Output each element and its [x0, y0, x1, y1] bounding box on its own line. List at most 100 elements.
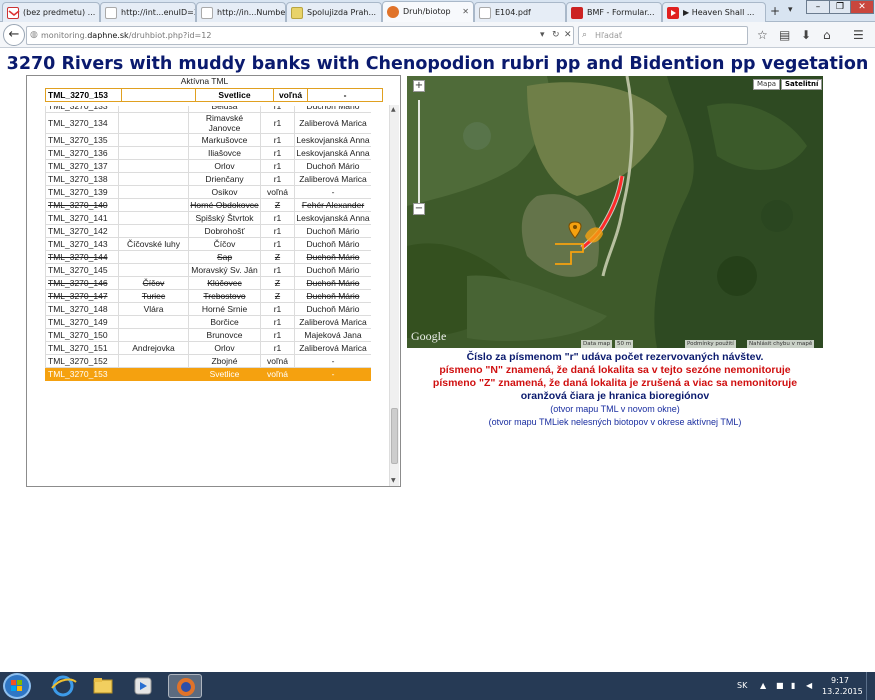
zoom-slider-track[interactable] [418, 100, 420, 206]
stop-icon[interactable]: ✕ [564, 30, 572, 40]
network-icon[interactable]: ▮ [791, 681, 795, 690]
close-window-button[interactable]: ✕ [850, 0, 874, 14]
table-row[interactable]: TML_3270_141 Spišský Štvrtok r1 Leskovjansk… [45, 211, 371, 225]
table-row[interactable]: TML_3270_142 Dobrohošť r1 Duchoň Mário [45, 224, 371, 238]
show-desktop-button[interactable] [866, 672, 875, 700]
status-cell: Z [260, 198, 295, 212]
tray-arrow-icon[interactable]: ▲ [760, 681, 766, 690]
tab-e104-pdf[interactable]: E104.pdf [474, 2, 566, 22]
volume-icon[interactable]: ◀ [806, 681, 812, 690]
language-indicator[interactable]: SK [737, 681, 747, 690]
table-row[interactable]: TML_3270_138 Drienčany r1 Zaliberová Marica [45, 172, 371, 186]
file-explorer-icon[interactable] [86, 674, 120, 698]
site-name-cell: Andrejovka [118, 341, 189, 355]
table-row[interactable]: TML_3270_151 Andrejovka Orlov r1 Zaliberová … [45, 341, 371, 355]
status-cell: r1 [260, 328, 295, 342]
tml-id-cell: TML_3270_152 [45, 354, 119, 368]
table-row[interactable]: TML_3270_148 Vlára Horné Srnie r1 Duchoň Már… [45, 302, 371, 316]
zoom-out-button[interactable]: − [413, 203, 425, 215]
firefox-icon [387, 6, 399, 18]
tab-strip: (bez predmetu) ... http://int...enuID=37… [0, 0, 875, 23]
tab-page-3[interactable]: http://in...Number=3 [196, 2, 286, 22]
monitor-person-cell: Leskovjanská Anna [294, 146, 371, 160]
minimize-button[interactable]: – [806, 0, 830, 14]
url-bar[interactable]: ◍ monitoring.daphne.sk/druhbiot.php?id=1… [26, 26, 574, 45]
monitor-person-cell: Fehér Alexander [294, 198, 371, 212]
monitor-person-cell: Majeková Jana [294, 328, 371, 342]
table-row[interactable]: TML_3270_143 Číčovské luhy Číčov r1 Duchoň M… [45, 237, 371, 251]
tml-id-cell: TML_3270_144 [45, 250, 119, 264]
media-player-icon[interactable] [126, 674, 160, 698]
location-cell: Moravský Sv. Ján [188, 263, 261, 277]
table-row[interactable]: TML_3270_137 Orlov r1 Duchoň Mário [45, 159, 371, 173]
table-row[interactable]: TML_3270_152 Zbojné voľná - [45, 354, 371, 368]
table-row[interactable]: TML_3270_150 Brunovce r1 Majeková Jana [45, 328, 371, 342]
tab-gmail[interactable]: (bez predmetu) ... [2, 2, 100, 22]
table-row[interactable]: TML_3270_144 Sap Z Duchoň Mário [45, 250, 371, 264]
table-row[interactable]: TML_3270_146 Číčov Klúčovec Z Duchoň Mário [45, 276, 371, 290]
reload-icon[interactable]: ↻ [552, 30, 560, 40]
download-icon[interactable]: ⬇ [801, 28, 811, 42]
menu-icon[interactable]: ☰ [853, 28, 864, 42]
new-tab-icon[interactable]: + [770, 4, 780, 18]
home-icon[interactable]: ⌂ [823, 28, 831, 42]
map-terms-link[interactable]: Podmínky použití [685, 340, 736, 348]
monitor-person-cell: Leskovjanská Anna [294, 211, 371, 225]
table-row[interactable]: TML_3270_135 Markušovce r1 Leskovjanská Ann… [45, 133, 371, 147]
table-row-selected[interactable]: TML_3270_153 Svetlice voľná - [45, 367, 371, 381]
tab-youtube[interactable]: ▶ Heaven Shall ... [662, 2, 766, 22]
tml-id-cell: TML_3270_134 [45, 112, 119, 134]
table-row[interactable]: TML_3270_140 Horné Obdokovce Z Fehér Alexan… [45, 198, 371, 212]
table-row[interactable]: TML_3270_145 Moravský Sv. Ján r1 Duchoň Már… [45, 263, 371, 277]
back-button[interactable]: ← [3, 24, 25, 46]
map-type-map-button[interactable]: Mapa [753, 79, 781, 90]
active-tml-id: TML_3270_153 [46, 89, 122, 101]
dropdown-icon[interactable]: ▾ [540, 30, 545, 40]
status-cell: Z [260, 250, 295, 264]
scroll-up-icon[interactable]: ▲ [391, 106, 396, 113]
system-clock[interactable]: 9:17 13.2.2015 [822, 675, 863, 697]
tab-page-2[interactable]: http://int...enuID=376 [100, 2, 196, 22]
bookmark-star-icon[interactable]: ☆ [757, 28, 768, 42]
table-row[interactable]: TML_3270_134 Rimavské Janovce r1 Zaliberová… [45, 112, 371, 134]
table-row[interactable]: TML_3270_149 Borčice r1 Zaliberová Marica [45, 315, 371, 329]
site-name-cell [118, 112, 189, 134]
map-report-error-link[interactable]: Nahlásit chybu v mapě [747, 340, 815, 348]
maximize-button[interactable]: ❐ [829, 0, 851, 14]
tml-id-cell: TML_3270_137 [45, 159, 119, 173]
monitor-person-cell: Zaliberová Marica [294, 112, 371, 134]
firefox-taskbar-icon[interactable] [168, 674, 202, 698]
start-button[interactable] [3, 673, 31, 699]
satellite-imagery [407, 76, 823, 348]
reservation-note: Číslo za písmenom "r" udáva počet rezerv… [466, 351, 764, 363]
search-field[interactable]: ⌕ Hľadať [578, 26, 748, 45]
open-district-map-link[interactable]: (otvor mapu TMLiek nelesných biotopov v … [407, 416, 823, 429]
status-cell: r1 [260, 172, 295, 186]
tab-bmf[interactable]: BMF - Formular... [566, 2, 662, 22]
tml-table-viewport[interactable]: TML_3270_133 Beluša r1 Duchoň Mário TML_3270… [45, 106, 371, 483]
gmail-icon [7, 7, 20, 19]
internet-explorer-icon[interactable] [46, 674, 80, 698]
tray-app-icon[interactable]: ■ [776, 681, 784, 690]
site-name-cell [118, 198, 189, 212]
scroll-down-icon[interactable]: ▼ [391, 477, 396, 484]
table-row[interactable]: TML_3270_147 Turiec Trebostovo Z Duchoň Mári… [45, 289, 371, 303]
location-cell: Markušovce [188, 133, 261, 147]
tab-spolujizda[interactable]: Spolujizda Prah... [286, 2, 382, 22]
tab-list-icon[interactable]: ▾ [788, 5, 793, 15]
location-cell: Rimavské Janovce [188, 112, 261, 134]
table-row[interactable]: TML_3270_136 Iliašovce r1 Leskovjanská Anna [45, 146, 371, 160]
zoom-in-button[interactable]: + [413, 80, 425, 92]
table-row[interactable]: TML_3270_139 Osikov voľná - [45, 185, 371, 199]
status-cell: r1 [260, 112, 295, 134]
open-tml-map-link[interactable]: (otvor mapu TML v novom okne) [407, 403, 823, 416]
scrollbar-thumb[interactable] [391, 408, 398, 464]
tml-id-cell: TML_3270_142 [45, 224, 119, 238]
table-scrollbar[interactable]: ▲ ▼ [389, 105, 399, 486]
close-tab-icon[interactable]: ✕ [462, 7, 469, 16]
satellite-map[interactable]: + − Mapa Satelitní Google Data map 50 m … [407, 76, 823, 348]
map-type-satellite-button[interactable]: Satelitní [781, 79, 823, 90]
page-icon [105, 7, 117, 19]
reading-list-icon[interactable]: ▤ [779, 28, 790, 42]
tab-druh-biotop[interactable]: Druh/biotop ✕ [382, 1, 474, 23]
